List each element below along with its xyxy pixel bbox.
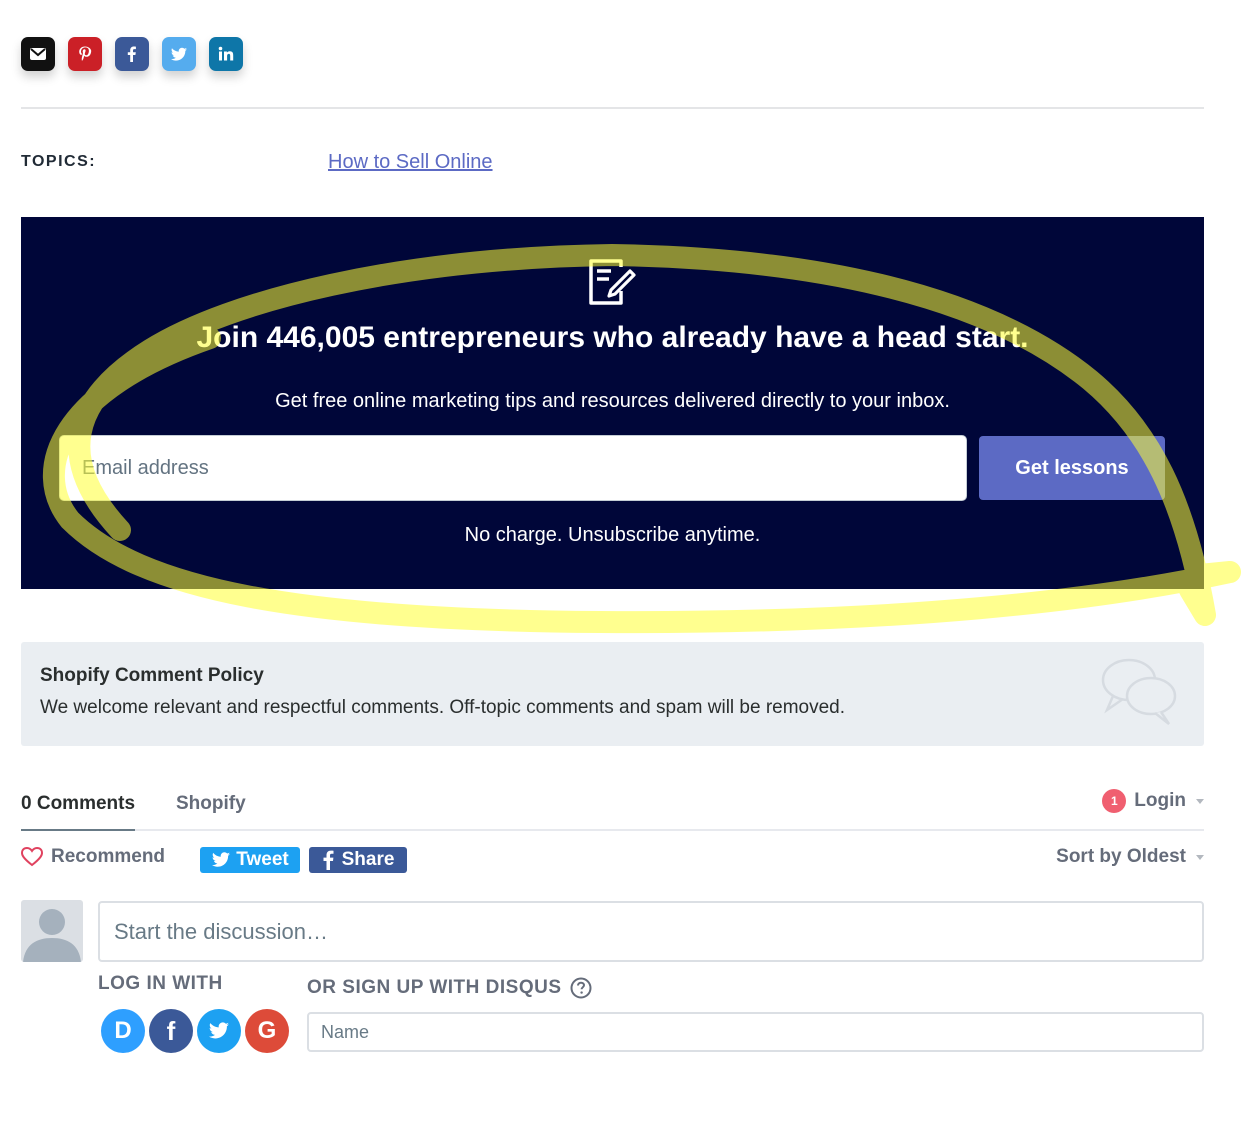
tweet-label: Tweet bbox=[236, 849, 289, 870]
facebook-icon bbox=[323, 850, 334, 870]
speech-bubbles-icon bbox=[1101, 658, 1177, 725]
newsletter-signup: Join 446,005 entrepreneurs who already h… bbox=[21, 217, 1204, 589]
newsletter-title: Join 446,005 entrepreneurs who already h… bbox=[196, 321, 1029, 354]
linkedin-share-button[interactable] bbox=[209, 37, 243, 71]
twitter-icon bbox=[171, 47, 187, 61]
disqus-login-button[interactable]: D bbox=[101, 1009, 145, 1053]
policy-title: Shopify Comment Policy bbox=[40, 665, 264, 686]
pinterest-icon bbox=[79, 46, 92, 61]
sort-dropdown[interactable]: Sort by Oldest bbox=[1056, 846, 1204, 868]
email-icon bbox=[30, 48, 46, 60]
comment-actions: Recommend Tweet Share Sort by Oldest bbox=[21, 846, 1204, 876]
login-with-label: LOG IN WITH bbox=[98, 973, 223, 994]
notification-badge: 1 bbox=[1102, 789, 1127, 813]
signup-with-disqus: OR SIGN UP WITH DISQUS bbox=[307, 977, 592, 999]
login-label: Login bbox=[1134, 790, 1186, 811]
google-icon: G bbox=[257, 1017, 277, 1044]
login-menu[interactable]: 1 Login bbox=[1102, 789, 1204, 813]
twitter-login-button[interactable] bbox=[197, 1009, 241, 1053]
user-icon bbox=[23, 909, 81, 962]
facebook-icon: f bbox=[166, 1015, 176, 1046]
twitter-icon bbox=[209, 1022, 229, 1039]
facebook-icon bbox=[127, 46, 136, 62]
topics-label: TOPICS: bbox=[21, 153, 97, 170]
tweet-button[interactable]: Tweet bbox=[200, 847, 300, 873]
disqus-icon: D bbox=[114, 1017, 132, 1044]
email-input[interactable] bbox=[59, 435, 967, 501]
recommend-button[interactable]: Recommend bbox=[21, 846, 165, 868]
facebook-share-button[interactable] bbox=[115, 37, 149, 71]
share-label: Share bbox=[341, 849, 395, 870]
sort-label: Sort by Oldest bbox=[1056, 846, 1186, 867]
newsletter-note: No charge. Unsubscribe anytime. bbox=[464, 524, 761, 546]
tab-comments-count[interactable]: 0 Comments bbox=[21, 793, 136, 831]
share-bar bbox=[21, 37, 243, 71]
name-input[interactable] bbox=[307, 1012, 1204, 1052]
twitter-share-button[interactable] bbox=[162, 37, 196, 71]
google-login-button[interactable]: G bbox=[245, 1009, 289, 1053]
discussion-input[interactable] bbox=[98, 901, 1204, 962]
facebook-login-button[interactable]: f bbox=[149, 1009, 193, 1053]
signup-with-label: OR SIGN UP WITH DISQUS bbox=[307, 977, 562, 998]
pinterest-share-button[interactable] bbox=[68, 37, 102, 71]
linkedin-icon bbox=[218, 46, 234, 61]
avatar bbox=[21, 900, 83, 962]
divider bbox=[21, 107, 1204, 109]
chevron-down-icon bbox=[1196, 798, 1204, 804]
email-share-button[interactable] bbox=[21, 37, 55, 71]
recommend-label: Recommend bbox=[51, 846, 166, 867]
tab-forum[interactable]: Shopify bbox=[176, 793, 246, 815]
topic-link[interactable]: How to Sell Online bbox=[328, 151, 493, 174]
heart-icon bbox=[21, 847, 43, 867]
newsletter-subtitle: Get free online marketing tips and resou… bbox=[275, 390, 950, 412]
policy-text: We welcome relevant and respectful comme… bbox=[40, 697, 846, 718]
social-login-buttons: D f G bbox=[101, 1009, 289, 1053]
facebook-share-comments-button[interactable]: Share bbox=[309, 847, 407, 873]
edit-document-icon bbox=[589, 259, 636, 305]
comment-policy: Shopify Comment Policy We welcome releva… bbox=[21, 642, 1204, 746]
comments-tabs: 0 Comments Shopify 1 Login bbox=[21, 789, 1204, 831]
help-icon[interactable] bbox=[570, 977, 592, 999]
twitter-icon bbox=[212, 852, 231, 867]
chevron-down-icon bbox=[1196, 854, 1204, 860]
get-lessons-button[interactable]: Get lessons bbox=[979, 436, 1165, 500]
